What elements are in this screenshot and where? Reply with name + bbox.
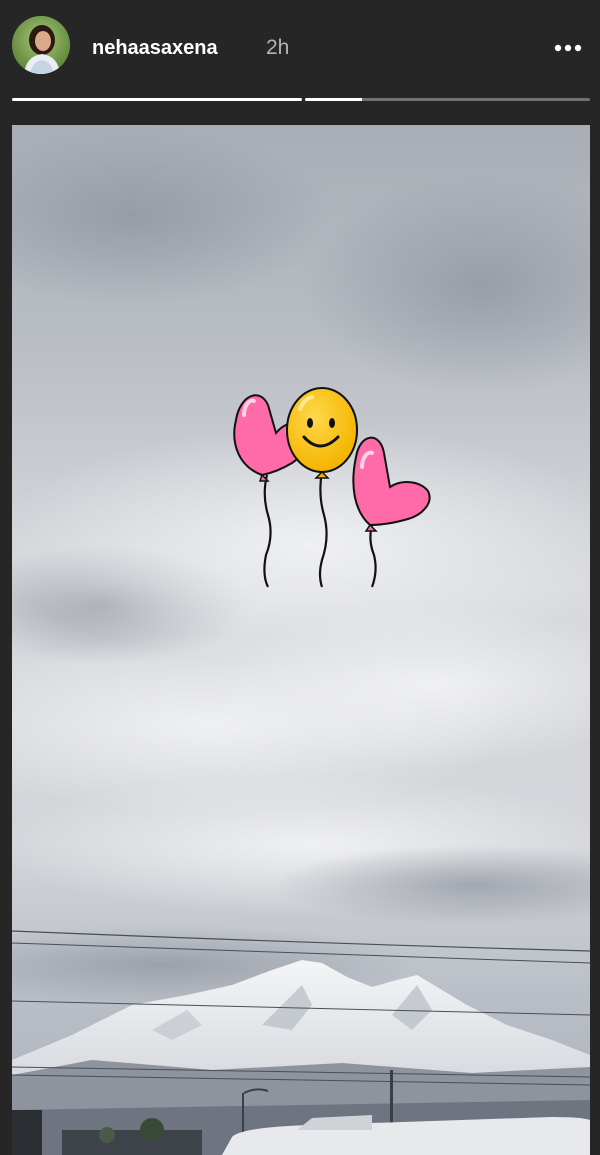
story-progress-fill [12,98,302,101]
story-progress-segment [305,98,590,101]
story-progress-segment [12,98,302,101]
more-horizontal-icon [554,44,582,52]
story-photo [12,125,590,1155]
more-options-button[interactable] [548,30,588,66]
avatar-image [12,16,70,74]
balloon-sticker[interactable] [222,375,452,605]
timestamp: 2h [266,36,290,59]
story-progress-fill [305,98,362,101]
smiley-balloon [286,387,358,479]
story-viewer: nehaasaxena 2h [0,0,600,1155]
username[interactable]: nehaasaxena [92,34,218,62]
avatar[interactable] [12,16,70,74]
heart-balloon-right [352,436,431,532]
story-media[interactable] [12,125,590,1155]
story-header: nehaasaxena 2h [0,0,600,95]
